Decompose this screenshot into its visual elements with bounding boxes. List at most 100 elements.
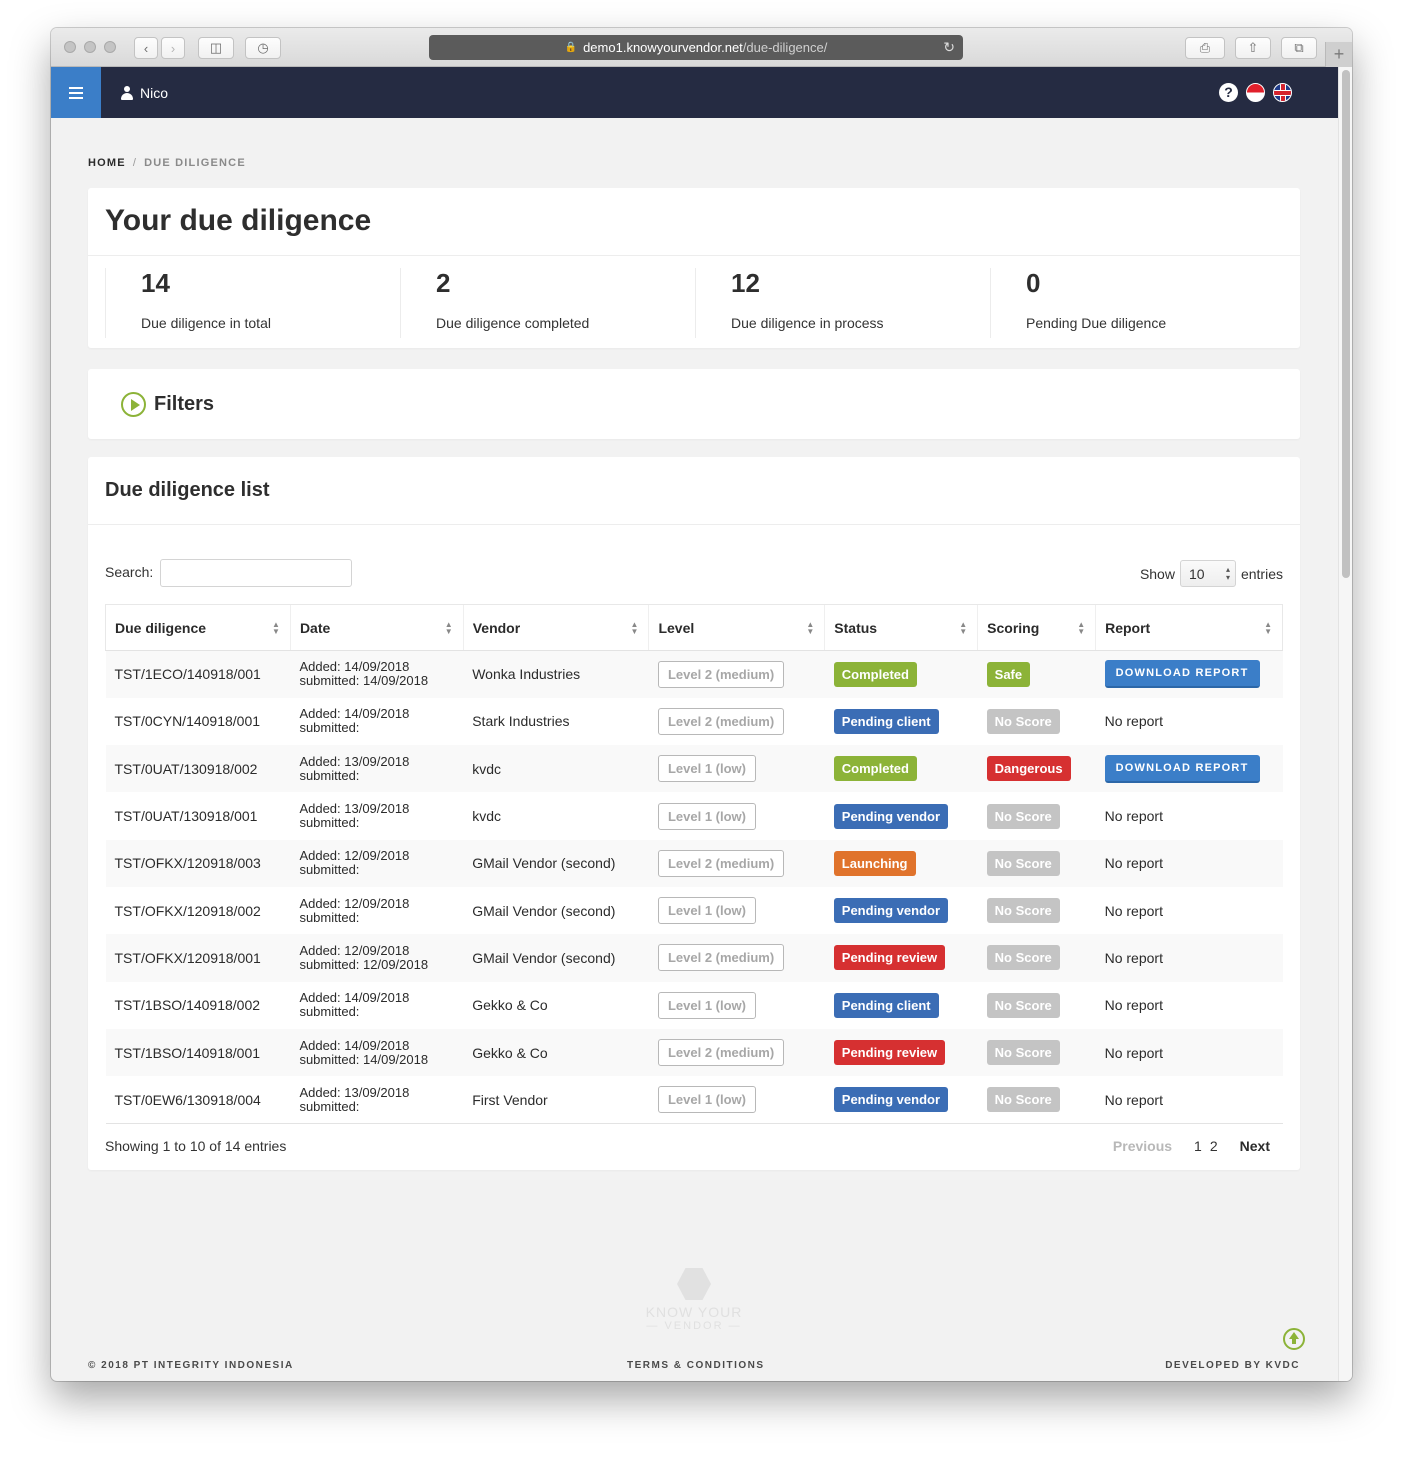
no-report-text: No report — [1104, 1044, 1163, 1061]
tabs-button[interactable]: ⧉ — [1281, 37, 1317, 59]
cell-date: Added: 12/09/2018 submitted: — [290, 839, 464, 887]
table-row[interactable]: TST/1BSO/140918/002 Added: 14/09/2018 subm… — [106, 982, 1283, 1029]
filters-panel[interactable]: Filters — [88, 369, 1300, 439]
cell-level: Level 1 (low) — [649, 792, 825, 839]
column-header-report[interactable]: Report ▲ ▼ — [1095, 604, 1283, 651]
breadcrumb-home-link[interactable]: HOME — [88, 157, 126, 169]
column-header-status[interactable]: Status ▲ ▼ — [824, 604, 978, 651]
due-diligence-id[interactable]: TST/0EW6/130918/004 — [115, 1092, 261, 1108]
table-row[interactable]: TST/OFKX/120918/003 Added: 12/09/2018 subm… — [105, 839, 1283, 887]
table-row[interactable]: TST/1ECO/140918/001 Added: 14/09/2018 subm… — [105, 650, 1283, 698]
due-diligence-id[interactable]: TST/1BSO/140918/002 — [115, 997, 261, 1013]
new-tab-button[interactable]: + — [1325, 42, 1352, 67]
table-row[interactable]: TST/0UAT/130918/002 Added: 13/09/2018 subm… — [105, 745, 1283, 793]
scrollbar-thumb[interactable] — [1342, 70, 1350, 578]
sort-icon: ▲ ▼ — [959, 620, 968, 636]
show-label: Show — [1139, 565, 1175, 582]
due-diligence-id[interactable]: TST/1BSO/140918/001 — [115, 1045, 261, 1061]
scoring-badge: No Score — [986, 708, 1060, 734]
level-badge: Level 1 (low) — [657, 1086, 756, 1114]
play-circle-icon[interactable] — [121, 392, 146, 417]
status-badge: Pending vendor — [833, 803, 949, 829]
cell-scoring: No Score — [977, 934, 1096, 982]
cell-scoring: Dangerous — [977, 745, 1096, 793]
cell-status: Pending vendor — [825, 792, 978, 839]
flag-uk-icon[interactable] — [1273, 83, 1292, 102]
menu-button[interactable] — [51, 67, 101, 118]
due-diligence-id[interactable]: TST/OFKX/120918/001 — [115, 950, 261, 966]
page-length-control: Show 10 entries — [1140, 560, 1283, 587]
print-button[interactable]: ⎙ — [1185, 37, 1225, 59]
no-report-text: No report — [1104, 902, 1163, 919]
share-icon: ⇧ — [1247, 40, 1259, 55]
table-row[interactable]: TST/0CYN/140918/001 Added: 14/09/2018 subm… — [106, 698, 1283, 745]
no-report-text: No report — [1104, 713, 1163, 730]
sort-icon: ▲ ▼ — [1264, 620, 1272, 636]
page-1-button[interactable]: 1 — [1194, 1138, 1202, 1154]
due-diligence-id[interactable]: TST/OFKX/120918/002 — [115, 903, 261, 919]
browser-toolbar: ‹ › ◫ ◷ 🔒 demo1.knowyourvendor.net/due-d… — [51, 28, 1352, 67]
flag-indonesia-icon[interactable] — [1246, 83, 1265, 102]
filters-title[interactable]: Filters — [154, 393, 214, 416]
cell-id: TST/1BSO/140918/001 — [105, 1028, 291, 1077]
page-length-select[interactable]: 10 — [1179, 560, 1236, 587]
scoring-badge: No Score — [986, 1040, 1060, 1066]
cell-vendor: First Vendor — [463, 1076, 649, 1124]
table-row[interactable]: TST/0EW6/130918/004 Added: 13/09/2018 subm… — [105, 1076, 1283, 1124]
vendor-name: Wonka Industries — [472, 666, 581, 683]
previous-page-button[interactable]: Previous — [1113, 1138, 1172, 1154]
due-diligence-list-card: Due diligence list Search: Show 10 entri… — [88, 457, 1300, 1170]
table-row[interactable]: TST/OFKX/120918/002 Added: 12/09/2018 subm… — [106, 887, 1283, 934]
added-date: Added: 14/09/2018 — [299, 1037, 410, 1053]
table-row[interactable]: TST/1BSO/140918/001 Added: 14/09/2018 subm… — [105, 1028, 1283, 1077]
close-window-icon[interactable] — [64, 41, 76, 53]
cell-status: Completed — [824, 650, 978, 698]
column-header-scoring[interactable]: Scoring ▲ ▼ — [977, 604, 1096, 651]
breadcrumb-current: DUE DILIGENCE — [144, 157, 246, 169]
vendor-name: GMail Vendor (second) — [472, 949, 616, 966]
cell-level: Level 1 (low) — [649, 887, 825, 934]
cell-vendor: Wonka Industries — [463, 650, 649, 698]
chevron-right-icon: › — [170, 40, 176, 56]
due-diligence-id[interactable]: TST/1ECO/140918/001 — [115, 666, 261, 682]
history-button[interactable]: ◷ — [245, 37, 281, 59]
cell-id: TST/0UAT/130918/002 — [105, 745, 291, 793]
due-diligence-id[interactable]: TST/OFKX/120918/003 — [115, 855, 261, 871]
search-input[interactable] — [160, 559, 352, 587]
zoom-window-icon[interactable] — [104, 41, 116, 53]
help-icon[interactable]: ? — [1219, 83, 1238, 102]
due-diligence-id[interactable]: TST/0UAT/130918/002 — [115, 761, 258, 777]
cell-scoring: No Score — [977, 1076, 1096, 1124]
breadcrumb-separator: / — [132, 157, 138, 169]
sort-icon: ▲ ▼ — [444, 620, 453, 636]
cell-report: No report — [1095, 1076, 1283, 1124]
user-icon — [121, 85, 133, 100]
reload-icon[interactable]: ↻ — [943, 39, 955, 56]
table-row[interactable]: TST/OFKX/120918/001 Added: 12/09/2018 subm… — [105, 934, 1283, 982]
minimize-window-icon[interactable] — [84, 41, 96, 53]
added-date: Added: 13/09/2018 — [299, 753, 410, 769]
download-report-button[interactable]: DOWNLOAD REPORT — [1104, 754, 1260, 783]
due-diligence-id[interactable]: TST/0UAT/130918/001 — [115, 808, 258, 824]
forward-button[interactable]: › — [161, 37, 185, 59]
column-header-level[interactable]: Level ▲ ▼ — [648, 604, 825, 651]
next-page-button[interactable]: Next — [1240, 1138, 1270, 1154]
level-badge: Level 2 (medium) — [657, 944, 785, 972]
no-report-text: No report — [1104, 949, 1163, 966]
column-header-due-diligence[interactable]: Due diligence ▲ ▼ — [105, 604, 291, 651]
back-button[interactable]: ‹ — [134, 37, 158, 59]
column-header-date[interactable]: Date ▲ ▼ — [289, 604, 464, 651]
share-button[interactable]: ⇧ — [1235, 37, 1271, 59]
table-row[interactable]: TST/0UAT/130918/001 Added: 13/09/2018 subm… — [106, 792, 1283, 839]
sidebar-toggle-button[interactable]: ◫ — [198, 37, 234, 59]
stat-label: Due diligence completed — [436, 315, 590, 331]
scoring-badge: Dangerous — [986, 756, 1071, 782]
due-diligence-id[interactable]: TST/0CYN/140918/001 — [115, 713, 261, 729]
terms-link[interactable]: TERMS & CONDITIONS — [627, 1360, 765, 1371]
download-report-button[interactable]: DOWNLOAD REPORT — [1104, 660, 1260, 689]
scroll-to-top-icon[interactable] — [1283, 1328, 1305, 1350]
column-header-vendor[interactable]: Vendor ▲ ▼ — [462, 604, 649, 651]
page-2-button[interactable]: 2 — [1210, 1138, 1218, 1154]
user-menu[interactable]: Nico — [121, 67, 168, 118]
address-bar[interactable]: 🔒 demo1.knowyourvendor.net/due-diligence… — [429, 35, 963, 60]
